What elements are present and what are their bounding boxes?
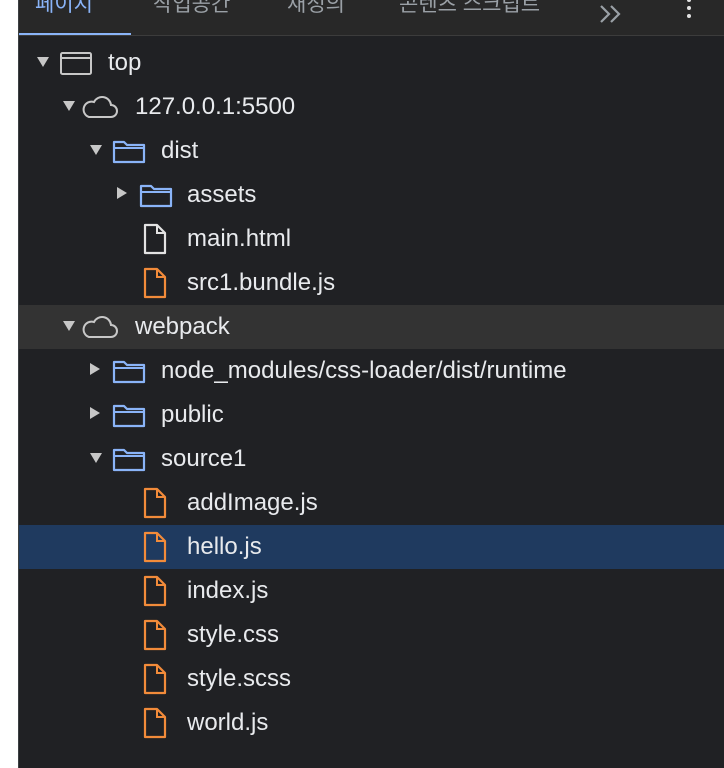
tree-row[interactable]: 127.0.0.1:5500 — [19, 85, 724, 129]
tree-item-label: top — [108, 49, 142, 76]
tree-row[interactable]: source1 — [19, 437, 724, 481]
file-icon — [142, 267, 168, 304]
tree-row[interactable]: main.html — [19, 217, 724, 261]
tree-row[interactable]: world.js — [19, 701, 724, 745]
expanded-arrow-icon[interactable] — [63, 101, 75, 111]
tab-page[interactable]: 페이지 — [35, 0, 93, 20]
folder-icon — [112, 357, 146, 390]
tree-row[interactable]: public — [19, 393, 724, 437]
folder-icon — [112, 137, 146, 170]
tree-item-label: world.js — [187, 709, 269, 736]
tree-row[interactable]: style.css — [19, 613, 724, 657]
folder-icon — [112, 445, 146, 478]
collapsed-arrow-icon[interactable] — [90, 363, 100, 375]
tree-row[interactable]: dist — [19, 129, 724, 173]
file-icon — [142, 619, 168, 656]
tree-item-label: src1.bundle.js — [187, 269, 336, 296]
more-options-icon[interactable] — [685, 0, 693, 24]
tree-item-label: webpack — [135, 313, 230, 340]
file-icon — [142, 663, 168, 700]
tree-row[interactable]: src1.bundle.js — [19, 261, 724, 305]
tab-content-scripts[interactable]: 콘텐츠 스크립트 — [399, 0, 540, 20]
tree-item-label: source1 — [161, 445, 247, 472]
tree-row[interactable]: addImage.js — [19, 481, 724, 525]
left-edge — [0, 0, 18, 768]
tree-item-label: addImage.js — [187, 489, 318, 516]
tree-item-label: node_modules/css-loader/dist/runtime — [161, 357, 567, 384]
active-tab-indicator — [19, 33, 131, 35]
file-icon — [142, 223, 168, 260]
tree-item-label: assets — [187, 181, 257, 208]
file-icon — [142, 487, 168, 524]
tree-item-label: style.css — [187, 621, 280, 648]
tree-row[interactable]: top — [19, 41, 724, 85]
tree-item-label: hello.js — [187, 533, 262, 560]
expanded-arrow-icon[interactable] — [37, 57, 49, 67]
tree-row[interactable]: style.scss — [19, 657, 724, 701]
collapsed-arrow-icon[interactable] — [117, 187, 127, 199]
tree-item-label: index.js — [187, 577, 269, 604]
expanded-arrow-icon[interactable] — [90, 145, 102, 155]
frame-icon — [59, 49, 93, 82]
expanded-arrow-icon[interactable] — [63, 321, 75, 331]
tree-item-label: main.html — [187, 225, 292, 252]
cloud-icon — [81, 313, 119, 346]
file-icon — [142, 531, 168, 568]
file-icon — [142, 575, 168, 612]
tree-row[interactable]: index.js — [19, 569, 724, 613]
collapsed-arrow-icon[interactable] — [90, 407, 100, 419]
tree-row[interactable]: node_modules/css-loader/dist/runtime — [19, 349, 724, 393]
tab-overrides[interactable]: 재정의 — [287, 0, 345, 20]
expanded-arrow-icon[interactable] — [90, 453, 102, 463]
file-icon — [142, 707, 168, 744]
tree-item-label: 127.0.0.1:5500 — [135, 93, 296, 120]
file-tree: top 127.0.0.1:5500 dist assets main.html src1… — [19, 41, 724, 745]
tab-workspace[interactable]: 작업공간 — [153, 0, 230, 20]
folder-icon — [139, 181, 173, 214]
folder-icon — [112, 401, 146, 434]
tree-item-label: dist — [161, 137, 199, 164]
tree-item-label: style.scss — [187, 665, 292, 692]
tree-row[interactable]: webpack — [19, 305, 724, 349]
tree-row[interactable]: hello.js — [19, 525, 724, 569]
tree-item-label: public — [161, 401, 224, 428]
tree-row[interactable]: assets — [19, 173, 724, 217]
tab-bar: 페이지 작업공간 재정의 콘텐츠 스크립트 — [19, 0, 724, 36]
cloud-icon — [81, 93, 119, 126]
